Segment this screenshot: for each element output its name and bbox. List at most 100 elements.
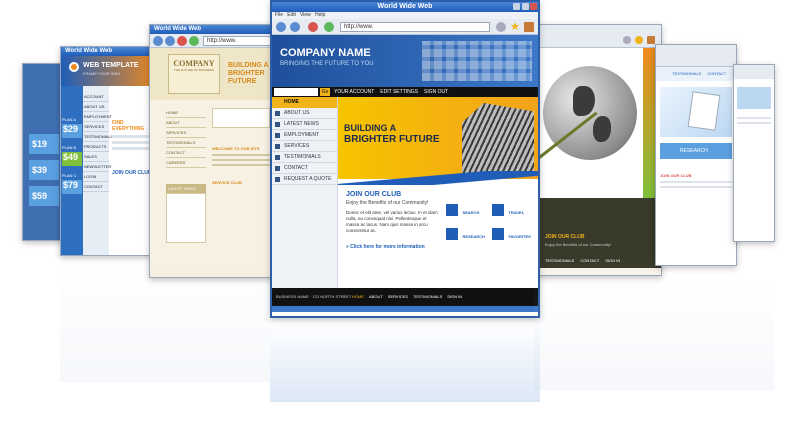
forward-icon[interactable] <box>165 36 175 46</box>
refresh-icon[interactable] <box>324 22 334 32</box>
template-nav-item[interactable]: PRODUCTS <box>83 142 109 152</box>
plan-c-label: PLAN C <box>62 173 77 178</box>
footer-link-home[interactable]: HOME <box>352 288 364 306</box>
home-icon[interactable] <box>524 22 534 32</box>
sidebar-home[interactable]: HOME <box>272 97 337 108</box>
menu-help[interactable]: Help <box>315 12 325 18</box>
farthest-right-navbar <box>734 65 774 79</box>
company-nav-item[interactable]: CAREERS <box>166 158 206 168</box>
club-link[interactable]: » Click here for more information <box>346 244 438 250</box>
go-button[interactable]: Go <box>320 88 330 96</box>
feature-research[interactable]: RESEARCH <box>446 225 492 243</box>
template-nav-item[interactable]: LOGIN <box>83 172 109 182</box>
company-nav-item[interactable]: HOME <box>166 108 206 118</box>
hero-line-1: BUILDING A <box>344 123 397 133</box>
maximize-button[interactable] <box>522 3 529 10</box>
main-address-bar[interactable]: http://www. <box>340 22 490 32</box>
forward-icon[interactable] <box>290 22 300 32</box>
globe-continent <box>573 86 595 116</box>
template-nav-item[interactable]: ABOUT US <box>83 102 109 112</box>
template-nav-item[interactable]: CONTACT <box>83 182 109 192</box>
far-left-price-3: $59 <box>29 186 59 206</box>
company-nav-item[interactable]: TESTIMONIALS <box>166 138 206 148</box>
globe-footer-panel: JOIN OUR CLUB Enjoy the Benefits of our … <box>535 198 661 268</box>
far-right-nav-item[interactable]: CONTACT <box>707 67 726 81</box>
sidebar-item[interactable]: ABOUT US <box>272 108 337 119</box>
far-right-navbar <box>656 45 736 67</box>
menu-view[interactable]: View <box>300 12 311 18</box>
home-icon[interactable] <box>647 36 655 44</box>
globe-footer-link[interactable]: TESTIMONIALS <box>545 258 574 263</box>
research-icon <box>446 227 458 240</box>
search-icon[interactable] <box>496 22 506 32</box>
menu-edit[interactable]: Edit <box>287 12 296 18</box>
company-address-bar[interactable]: http://www. <box>203 36 273 46</box>
stop-icon[interactable] <box>308 22 318 32</box>
company-welcome: WELCOME TO OUR SITE <box>212 146 260 151</box>
far-right-nav: TESTIMONIALS CONTACT <box>656 67 736 81</box>
globe-footer-link[interactable]: CONTACT <box>580 258 599 263</box>
globe-icon <box>543 66 637 160</box>
main-sidebar: HOME ABOUT US LATEST NEWS EMPLOYMENT SER… <box>272 97 338 288</box>
far-right-join: JOIN OUR CLUB <box>660 173 692 178</box>
refresh-icon[interactable] <box>189 36 199 46</box>
plan-a-price: $29 <box>62 124 82 138</box>
favorites-star-icon[interactable]: ★ <box>510 22 520 33</box>
company-text-line <box>212 154 270 156</box>
company-logo-sub: THE FUTURE OF BUSINESS <box>173 68 214 72</box>
edit-settings-link[interactable]: EDIT SETTINGS <box>380 87 418 97</box>
search-icon[interactable] <box>623 36 631 44</box>
template-nav-item[interactable]: NEWSLETTER <box>83 162 111 172</box>
template-browser-window: World Wide Web WEB TEMPLATE FRAME YOUR I… <box>60 46 160 256</box>
template-nav-item[interactable]: EMPLOYMENT <box>83 112 112 122</box>
sign-out-link[interactable]: SIGN OUT <box>424 87 448 97</box>
footer-link[interactable]: TESTIMONIALS <box>413 288 442 306</box>
favorites-icon[interactable] <box>635 36 643 44</box>
stop-icon[interactable] <box>177 36 187 46</box>
company-body: HOME ABOUT SERVICES TESTIMONIALS CONTACT… <box>150 100 274 243</box>
your-account-link[interactable]: YOUR ACCOUNT <box>334 87 374 97</box>
feature-label: SEARCH <box>462 210 480 215</box>
main-search-input[interactable] <box>274 88 318 96</box>
globe-footer-link[interactable]: SIGN IN <box>605 258 620 263</box>
template-nav-item[interactable]: SERVICES <box>83 122 109 132</box>
sidebar-item[interactable]: TESTIMONIALS <box>272 152 337 163</box>
company-nav-item[interactable]: ABOUT <box>166 118 206 128</box>
feature-favorites[interactable]: FAVORITES <box>492 225 538 243</box>
feature-search[interactable]: SEARCH <box>446 201 492 219</box>
globe-join-sub: Enjoy the Benefits of our Community! <box>545 242 612 247</box>
back-icon[interactable] <box>276 22 286 32</box>
website-collage: $19 $39 $59 World Wide Web WEB TEMPLATE … <box>0 0 800 436</box>
template-nav-item[interactable]: TESTIMONIALS <box>83 132 113 142</box>
reflection-right <box>534 280 774 390</box>
main-window-title: World Wide Web <box>272 2 538 12</box>
company-nav-item[interactable]: CONTACT <box>166 148 206 158</box>
hero-swoosh <box>338 171 538 185</box>
globe-window-title <box>535 25 661 34</box>
footer-link[interactable]: SERVICES <box>388 288 408 306</box>
sidebar-item[interactable]: LATEST NEWS <box>272 119 337 130</box>
menu-file[interactable]: File <box>275 12 283 18</box>
close-button[interactable] <box>530 3 537 10</box>
template-nav-item[interactable]: SALES <box>83 152 109 162</box>
template-body: PLAN A $29 PLAN B $49 PLAN C $79 ACCOUNT… <box>61 86 159 255</box>
sidebar-item[interactable]: CONTACT <box>272 163 337 174</box>
farthest-right-text-line <box>737 117 771 119</box>
sidebar-item[interactable]: EMPLOYMENT <box>272 130 337 141</box>
airplane-icon <box>492 203 504 216</box>
far-right-nav-item[interactable]: TESTIMONIALS <box>672 67 701 81</box>
footer-link[interactable]: ABOUT <box>369 288 383 306</box>
minimize-button[interactable] <box>513 3 520 10</box>
sidebar-item[interactable]: REQUEST A QUOTE <box>272 174 337 185</box>
feature-label: FAVORITES <box>508 234 531 239</box>
sidebar-item[interactable]: SERVICES <box>272 141 337 152</box>
footer-link[interactable]: SIGN IN <box>447 288 462 306</box>
template-logo-icon <box>69 62 79 72</box>
company-name: COMPANY NAME <box>280 47 371 59</box>
far-left-price-1: $19 <box>29 134 59 154</box>
company-nav-item[interactable]: SERVICES <box>166 128 206 138</box>
feature-travel[interactable]: TRAVEL <box>492 201 538 219</box>
main-browser-window: World Wide Web File Edit View Help http:… <box>270 0 540 318</box>
back-icon[interactable] <box>153 36 163 46</box>
template-nav-item[interactable]: ACCOUNT <box>83 92 109 102</box>
